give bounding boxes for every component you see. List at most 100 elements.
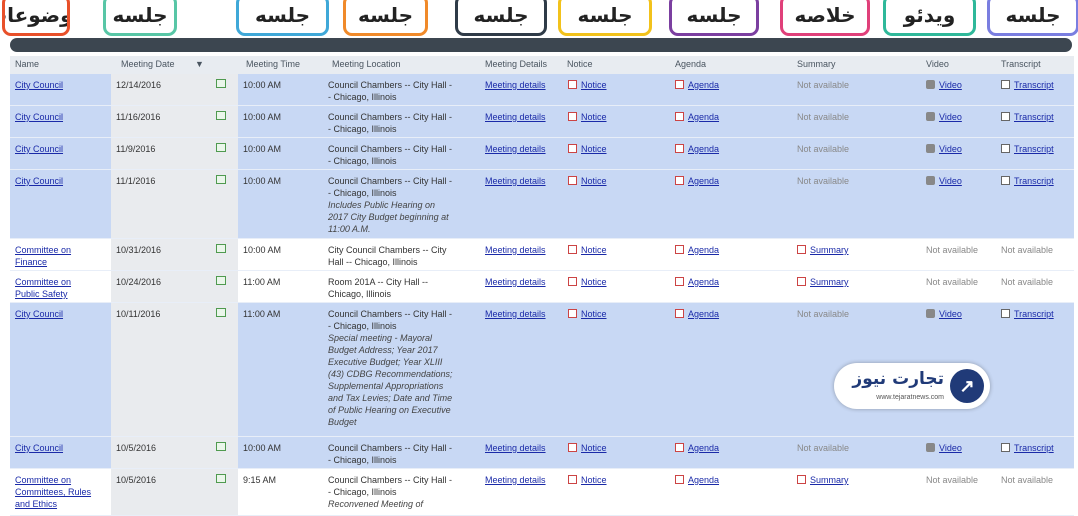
notice-link[interactable]: Notice xyxy=(568,79,607,91)
video-link-label[interactable]: Video xyxy=(939,144,962,154)
transcript-link[interactable]: Transcript xyxy=(1001,111,1054,123)
agenda-link[interactable]: Agenda xyxy=(675,308,719,320)
committee-name-link[interactable]: City Council xyxy=(15,79,105,91)
video-link-label[interactable]: Video xyxy=(939,80,962,90)
summary-link-label[interactable]: Summary xyxy=(810,277,849,287)
summary-link[interactable]: Summary xyxy=(797,244,849,256)
meeting-details-link[interactable]: Meeting details xyxy=(485,143,565,155)
committee-name-link[interactable]: City Council xyxy=(15,143,105,155)
calendar-icon[interactable] xyxy=(216,79,226,88)
video-link[interactable]: Video xyxy=(926,442,962,454)
calendar-icon[interactable] xyxy=(216,175,226,184)
video-link-label[interactable]: Video xyxy=(939,443,962,453)
video-link-label[interactable]: Video xyxy=(939,176,962,186)
video-link-label[interactable]: Video xyxy=(939,309,962,319)
notice-link-label[interactable]: Notice xyxy=(581,176,607,186)
video-link[interactable]: Video xyxy=(926,79,962,91)
notice-link-label[interactable]: Notice xyxy=(581,443,607,453)
meeting-details-link[interactable]: Meeting details xyxy=(485,276,565,288)
transcript-link-label[interactable]: Transcript xyxy=(1014,176,1054,186)
notice-link[interactable]: Notice xyxy=(568,111,607,123)
summary-link-label[interactable]: Summary xyxy=(810,245,849,255)
agenda-link-label[interactable]: Agenda xyxy=(688,309,719,319)
agenda-link[interactable]: Agenda xyxy=(675,474,719,486)
notice-link[interactable]: Notice xyxy=(568,276,607,288)
meeting-details-link[interactable]: Meeting details xyxy=(485,474,565,486)
calendar-icon[interactable] xyxy=(216,111,226,120)
col-meeting-time[interactable]: Meeting Time xyxy=(246,59,300,69)
transcript-link-label[interactable]: Transcript xyxy=(1014,112,1054,122)
summary-link-label[interactable]: Summary xyxy=(810,475,849,485)
committee-name-link[interactable]: City Council xyxy=(15,175,105,187)
agenda-link[interactable]: Agenda xyxy=(675,244,719,256)
notice-link[interactable]: Notice xyxy=(568,175,607,187)
agenda-link[interactable]: Agenda xyxy=(675,276,719,288)
col-meeting-location[interactable]: Meeting Location xyxy=(332,59,401,69)
agenda-link[interactable]: Agenda xyxy=(675,143,719,155)
committee-name-link[interactable]: City Council xyxy=(15,308,105,320)
transcript-link-label[interactable]: Transcript xyxy=(1014,443,1054,453)
video-link[interactable]: Video xyxy=(926,308,962,320)
meeting-details-link[interactable]: Meeting details xyxy=(485,244,565,256)
calendar-icon[interactable] xyxy=(216,244,226,253)
col-video[interactable]: Video xyxy=(926,59,949,69)
notice-link-label[interactable]: Notice xyxy=(581,475,607,485)
notice-link-label[interactable]: Notice xyxy=(581,309,607,319)
video-link-label[interactable]: Video xyxy=(939,112,962,122)
transcript-link[interactable]: Transcript xyxy=(1001,308,1054,320)
col-notice[interactable]: Notice xyxy=(567,59,593,69)
transcript-link-label[interactable]: Transcript xyxy=(1014,309,1054,319)
meeting-details-link[interactable]: Meeting details xyxy=(485,79,565,91)
col-meeting-details[interactable]: Meeting Details xyxy=(485,59,547,69)
summary-link[interactable]: Summary xyxy=(797,474,849,486)
notice-link-label[interactable]: Notice xyxy=(581,144,607,154)
agenda-link-label[interactable]: Agenda xyxy=(688,144,719,154)
col-meeting-date[interactable]: Meeting Date xyxy=(121,59,175,69)
video-link[interactable]: Video xyxy=(926,111,962,123)
committee-name-link[interactable]: City Council xyxy=(15,442,105,454)
notice-link-label[interactable]: Notice xyxy=(581,245,607,255)
agenda-link-label[interactable]: Agenda xyxy=(688,475,719,485)
col-transcript[interactable]: Transcript xyxy=(1001,59,1041,69)
transcript-link-label[interactable]: Transcript xyxy=(1014,144,1054,154)
notice-link-label[interactable]: Notice xyxy=(581,80,607,90)
agenda-link-label[interactable]: Agenda xyxy=(688,245,719,255)
transcript-link[interactable]: Transcript xyxy=(1001,442,1054,454)
col-name[interactable]: Name xyxy=(15,59,39,69)
notice-link[interactable]: Notice xyxy=(568,308,607,320)
agenda-link-label[interactable]: Agenda xyxy=(688,176,719,186)
transcript-link[interactable]: Transcript xyxy=(1001,175,1054,187)
agenda-link[interactable]: Agenda xyxy=(675,111,719,123)
summary-link[interactable]: Summary xyxy=(797,276,849,288)
agenda-link-label[interactable]: Agenda xyxy=(688,80,719,90)
notice-link-label[interactable]: Notice xyxy=(581,277,607,287)
meeting-details-link[interactable]: Meeting details xyxy=(485,175,565,187)
calendar-icon[interactable] xyxy=(216,276,226,285)
calendar-icon[interactable] xyxy=(216,143,226,152)
agenda-link[interactable]: Agenda xyxy=(675,79,719,91)
col-summary[interactable]: Summary xyxy=(797,59,836,69)
transcript-link[interactable]: Transcript xyxy=(1001,143,1054,155)
calendar-icon[interactable] xyxy=(216,308,226,317)
col-agenda[interactable]: Agenda xyxy=(675,59,706,69)
notice-link[interactable]: Notice xyxy=(568,143,607,155)
calendar-icon[interactable] xyxy=(216,442,226,451)
committee-name-link[interactable]: Committee on Committees, Rules and Ethic… xyxy=(15,474,105,510)
video-link[interactable]: Video xyxy=(926,143,962,155)
meeting-details-link[interactable]: Meeting details xyxy=(485,111,565,123)
notice-link[interactable]: Notice xyxy=(568,442,607,454)
calendar-icon[interactable] xyxy=(216,474,226,483)
notice-link[interactable]: Notice xyxy=(568,474,607,486)
transcript-link-label[interactable]: Transcript xyxy=(1014,80,1054,90)
transcript-link[interactable]: Transcript xyxy=(1001,79,1054,91)
committee-name-link[interactable]: City Council xyxy=(15,111,105,123)
meeting-details-link[interactable]: Meeting details xyxy=(485,308,565,320)
agenda-link-label[interactable]: Agenda xyxy=(688,443,719,453)
committee-name-link[interactable]: Committee on Public Safety xyxy=(15,276,105,300)
meeting-details-link[interactable]: Meeting details xyxy=(485,442,565,454)
committee-name-link[interactable]: Committee on Finance xyxy=(15,244,105,268)
notice-link-label[interactable]: Notice xyxy=(581,112,607,122)
agenda-link[interactable]: Agenda xyxy=(675,442,719,454)
notice-link[interactable]: Notice xyxy=(568,244,607,256)
agenda-link[interactable]: Agenda xyxy=(675,175,719,187)
